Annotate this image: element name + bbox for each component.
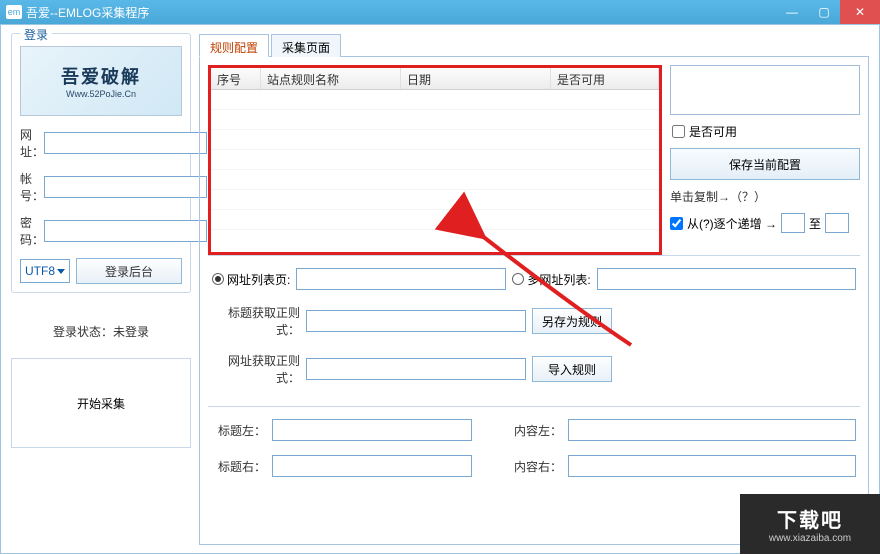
- radio-icon: [512, 273, 524, 285]
- logo-url: Www.52PoJie.Cn: [66, 89, 136, 99]
- app-icon: em: [6, 5, 22, 19]
- login-button[interactable]: 登录后台: [76, 258, 182, 284]
- start-collect-button[interactable]: 开始采集: [77, 395, 125, 412]
- content-right-label: 内容右：: [508, 458, 562, 475]
- user-input[interactable]: [44, 176, 207, 198]
- multi-url-label: 多网址列表:: [527, 271, 590, 288]
- url-label: 网址：: [20, 126, 44, 160]
- enable-checkbox[interactable]: [672, 125, 685, 138]
- content-section: 标题左： 内容左： 标题右： 内容右：: [208, 406, 860, 497]
- url-regex-row: 网址获取正则式： 导入规则: [212, 352, 856, 386]
- user-label: 帐号：: [20, 170, 44, 204]
- upper-section: 序号 站点规则名称 日期 是否可用: [208, 65, 860, 255]
- import-rule-button[interactable]: 导入规则: [532, 356, 612, 382]
- title-left-input[interactable]: [272, 419, 472, 441]
- title-regex-input[interactable]: [306, 310, 526, 332]
- watermark: 下载吧 www.xiazaiba.com: [740, 494, 880, 554]
- table-row: [211, 190, 659, 210]
- copy-hint: 单击复制→（？）: [670, 188, 860, 205]
- title-right-input[interactable]: [272, 455, 472, 477]
- main-area: 规则配置 采集页面 序号 站点规则名称 日期 是否可用: [199, 33, 869, 545]
- login-status: 登录状态：未登录: [11, 305, 191, 358]
- th-name: 站点规则名称: [261, 68, 401, 89]
- tab-collect-page[interactable]: 采集页面: [271, 34, 341, 57]
- increment-checkbox[interactable]: [670, 217, 683, 230]
- login-group-title: 登录: [20, 26, 52, 43]
- radio-icon: [212, 273, 224, 285]
- title-regex-label: 标题获取正则式：: [212, 304, 300, 338]
- title-right-row: 标题右： 内容右：: [212, 455, 856, 477]
- right-column: 是否可用 保存当前配置 单击复制→（？） 从(?)逐个递增 → 至: [670, 65, 860, 255]
- table-row: [211, 110, 659, 130]
- pass-row: 密码：: [20, 214, 182, 248]
- increment-to-label: 至: [809, 215, 821, 232]
- th-seq: 序号: [211, 68, 261, 89]
- logo: 吾爱破解 Www.52PoJie.Cn: [20, 46, 182, 116]
- content-left-label: 内容左：: [508, 422, 562, 439]
- table-row: [211, 170, 659, 190]
- table-body: [211, 90, 659, 230]
- title-left-label: 标题左：: [212, 422, 266, 439]
- title-bounds-row: 标题左： 内容左：: [212, 419, 856, 441]
- encoding-row: UTF8 登录后台: [20, 258, 182, 284]
- url-list-label: 网址列表页:: [227, 271, 290, 288]
- window-title: 吾爱--EMLOG采集程序: [26, 4, 776, 21]
- save-config-button[interactable]: 保存当前配置: [670, 148, 860, 180]
- url-row: 网址：: [20, 126, 182, 160]
- maximize-button[interactable]: ▢: [808, 0, 840, 24]
- url-input[interactable]: [44, 132, 207, 154]
- url-list-row: 网址列表页: 多网址列表:: [212, 268, 856, 290]
- pass-input[interactable]: [44, 220, 207, 242]
- pass-label: 密码：: [20, 214, 44, 248]
- table-row: [211, 150, 659, 170]
- rule-panel: 序号 站点规则名称 日期 是否可用: [199, 57, 869, 545]
- enable-row: 是否可用: [670, 123, 860, 140]
- minimize-button[interactable]: —: [776, 0, 808, 24]
- table-header: 序号 站点规则名称 日期 是否可用: [211, 68, 659, 90]
- multi-url-input[interactable]: [597, 268, 856, 290]
- rules-table[interactable]: 序号 站点规则名称 日期 是否可用: [208, 65, 662, 255]
- rule-name-input[interactable]: [670, 65, 860, 115]
- enable-label: 是否可用: [689, 123, 737, 140]
- user-row: 帐号：: [20, 170, 182, 204]
- save-as-rule-button[interactable]: 另存为规则: [532, 308, 612, 334]
- client-area: 登录 吾爱破解 Www.52PoJie.Cn 网址： 帐号： 密码： UTF8: [0, 24, 880, 554]
- login-group: 登录 吾爱破解 Www.52PoJie.Cn 网址： 帐号： 密码： UTF8: [11, 33, 191, 293]
- increment-label: 从(?)逐个递增 →: [687, 215, 777, 232]
- watermark-text: 下载吧: [777, 504, 843, 533]
- table-row: [211, 90, 659, 110]
- tab-bar: 规则配置 采集页面: [199, 33, 869, 57]
- close-button[interactable]: ✕: [840, 0, 880, 24]
- url-regex-input[interactable]: [306, 358, 526, 380]
- watermark-url: www.xiazaiba.com: [769, 533, 851, 544]
- sidebar: 登录 吾爱破解 Www.52PoJie.Cn 网址： 帐号： 密码： UTF8: [11, 33, 191, 448]
- encoding-select[interactable]: UTF8: [20, 259, 70, 283]
- table-row: [211, 130, 659, 150]
- increment-to-input[interactable]: [825, 213, 849, 233]
- title-bar: em 吾爱--EMLOG采集程序 — ▢ ✕: [0, 0, 880, 24]
- increment-from-input[interactable]: [781, 213, 805, 233]
- title-regex-row: 标题获取正则式： 另存为规则: [212, 304, 856, 338]
- start-box: 开始采集: [11, 358, 191, 448]
- increment-row: 从(?)逐个递增 → 至: [670, 213, 860, 233]
- url-list-input[interactable]: [296, 268, 506, 290]
- table-row: [211, 210, 659, 230]
- url-section: 网址列表页: 多网址列表: 标题获取正则式： 另存为规则 网址获取正则式：: [208, 255, 860, 406]
- url-regex-label: 网址获取正则式：: [212, 352, 300, 386]
- th-enabled: 是否可用: [551, 68, 659, 89]
- content-left-input[interactable]: [568, 419, 856, 441]
- chevron-down-icon: [57, 269, 65, 274]
- th-date: 日期: [401, 68, 551, 89]
- url-list-radio[interactable]: 网址列表页:: [212, 271, 290, 288]
- encoding-value: UTF8: [25, 264, 55, 278]
- title-right-label: 标题右：: [212, 458, 266, 475]
- multi-url-radio[interactable]: 多网址列表:: [512, 271, 590, 288]
- content-right-input[interactable]: [568, 455, 856, 477]
- logo-text: 吾爱破解: [61, 63, 141, 89]
- tab-rule-config[interactable]: 规则配置: [199, 34, 269, 57]
